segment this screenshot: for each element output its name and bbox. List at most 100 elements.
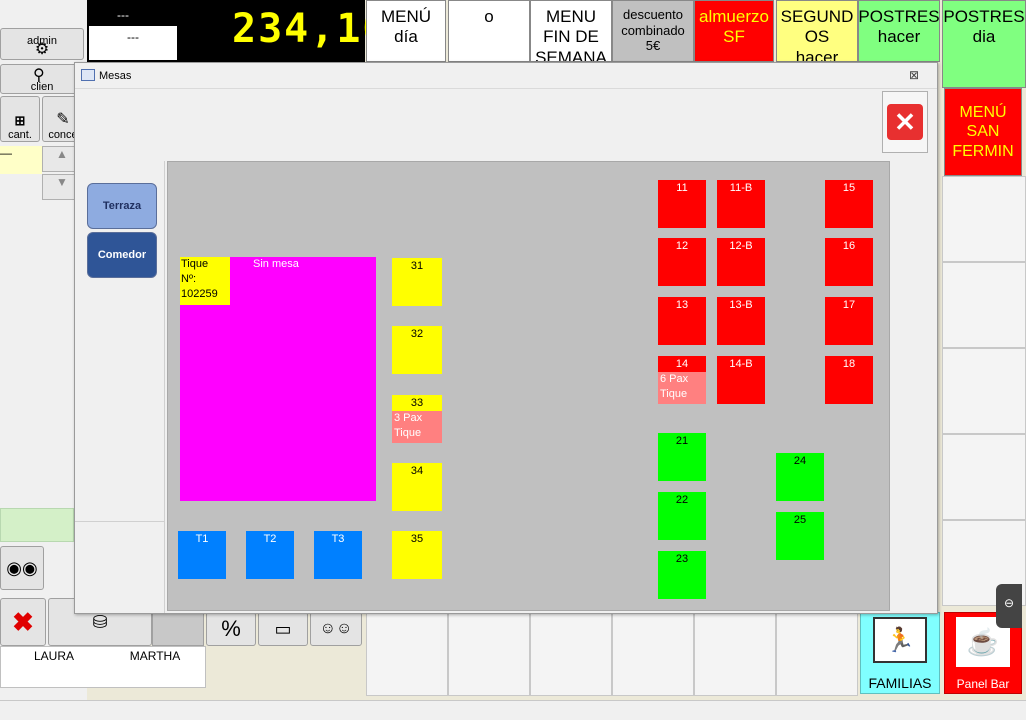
table-35[interactable]: 35 — [392, 531, 442, 579]
close-dialog-button[interactable]: ✕ — [882, 91, 928, 153]
binoculars-icon: ◉◉ — [6, 557, 38, 578]
category-button-3[interactable]: descuento combinado 5€ — [612, 0, 694, 62]
delete-x-icon: ✖ — [12, 606, 34, 637]
side-expand-tab[interactable]: ⊖ — [996, 584, 1022, 628]
table-33[interactable]: 33 3 Pax Tique — [392, 395, 442, 443]
table-number: 31 — [410, 260, 424, 272]
table-25[interactable]: 25 — [776, 512, 824, 560]
table-number: 17 — [842, 299, 856, 311]
category-button-1[interactable]: o — [448, 0, 530, 62]
tables-dialog: Mesas ⊠ ✕ Terraza Comedor Tique Nº: 1022… — [74, 62, 938, 614]
side-divider — [75, 521, 165, 522]
people-icon: ☺☺ — [319, 620, 353, 637]
waiter-martha[interactable]: MARTHA — [125, 649, 185, 663]
table-11[interactable]: 11 — [658, 180, 706, 228]
category-button-5[interactable]: SEGUND OS hacer — [776, 0, 858, 62]
table-13[interactable]: 13 — [658, 297, 706, 345]
product-slot[interactable] — [448, 612, 530, 696]
product-menu-san-fermin[interactable]: MENÚ SAN FERMIN — [944, 88, 1022, 176]
subtotal-bar — [0, 508, 74, 542]
table-number: 11-B — [729, 182, 753, 194]
table-12[interactable]: 12 — [658, 238, 706, 286]
room-comedor-button[interactable]: Comedor — [87, 232, 157, 278]
product-slot[interactable] — [694, 612, 776, 696]
search-binoculars-button[interactable]: ◉◉ — [0, 546, 44, 590]
no-table-area[interactable]: Tique Nº: 102259 Sin mesa — [180, 257, 376, 501]
product-slot[interactable] — [942, 176, 1026, 262]
table-t3[interactable]: T3 — [314, 531, 362, 579]
cash-drawer-button[interactable]: ▭ — [258, 612, 308, 646]
table-14[interactable]: 14 6 Pax Tique — [658, 356, 706, 404]
table-t2[interactable]: T2 — [246, 531, 294, 579]
table-number: 23 — [675, 553, 689, 565]
numbers-icon: ⊞ — [14, 113, 26, 128]
tickets-icon-button[interactable] — [152, 612, 204, 646]
table-17[interactable]: 17 — [825, 297, 873, 345]
percent-button[interactable]: % — [206, 612, 256, 646]
familias-button[interactable]: 🏃 FAMILIAS — [860, 612, 940, 694]
table-32[interactable]: 32 — [392, 326, 442, 374]
product-slot[interactable] — [942, 262, 1026, 348]
category-button-6[interactable]: POSTRES hacer — [858, 0, 940, 62]
table-number: 14-B — [729, 358, 753, 370]
display-line-2: --- — [89, 26, 177, 60]
admin-button[interactable]: ⚙ admin — [0, 28, 84, 60]
product-slot[interactable] — [366, 612, 448, 696]
display-line-1: --- — [117, 8, 129, 22]
close-icon: ✕ — [887, 104, 923, 140]
status-bar — [0, 700, 1026, 720]
pencil-icon: ✎ — [56, 111, 70, 128]
table-13-b[interactable]: 13-B — [717, 297, 765, 345]
dialog-title: Mesas — [99, 70, 132, 82]
category-button-2[interactable]: MENU FIN DE SEMANA — [530, 0, 612, 62]
no-table-ticket[interactable]: Tique Nº: 102259 — [180, 257, 230, 305]
waiter-list: LAURA MARTHA — [0, 646, 206, 688]
no-table-label: Sin mesa — [253, 258, 299, 270]
dialog-close-icon[interactable]: ⊠ — [909, 68, 919, 82]
quantity-button[interactable]: ⊞ cant. — [0, 96, 40, 142]
table-t1[interactable]: T1 — [178, 531, 226, 579]
category-button-7[interactable]: POSTRES dia — [942, 0, 1026, 88]
table-number: 12-B — [729, 240, 753, 252]
table-34[interactable]: 34 — [392, 463, 442, 511]
table-number: 32 — [410, 328, 424, 340]
coins-icon: ⛁ — [92, 611, 108, 632]
product-slot[interactable] — [776, 612, 858, 696]
table-number: 13 — [675, 299, 689, 311]
table-12-b[interactable]: 12-B — [717, 238, 765, 286]
person-icon: ⚲ — [33, 67, 45, 84]
order-line-selected[interactable]: — — [0, 146, 42, 174]
table-15[interactable]: 15 — [825, 180, 873, 228]
table-16[interactable]: 16 — [825, 238, 873, 286]
table-31[interactable]: 31 — [392, 258, 442, 306]
product-slot[interactable] — [942, 348, 1026, 434]
room-terraza-button[interactable]: Terraza — [87, 183, 157, 229]
table-number: T1 — [195, 533, 209, 545]
category-button-0[interactable]: MENÚ día — [366, 0, 446, 62]
table-number: 15 — [842, 182, 856, 194]
table-18[interactable]: 18 — [825, 356, 873, 404]
table-23[interactable]: 23 — [658, 551, 706, 599]
table-22[interactable]: 22 — [658, 492, 706, 540]
table-number: 11 — [676, 182, 688, 194]
room-selector: Terraza Comedor — [75, 161, 165, 613]
category-button-4[interactable]: almuerzo SF — [694, 0, 774, 62]
client-button[interactable]: ⚲ clien — [0, 64, 84, 94]
dialog-titlebar: Mesas ⊠ — [75, 63, 937, 89]
table-number: 12 — [675, 240, 689, 252]
product-slot[interactable] — [612, 612, 694, 696]
product-slot[interactable] — [530, 612, 612, 696]
waiter-laura[interactable]: LAURA — [29, 649, 79, 663]
table-occupancy: 6 Pax Tique — [658, 372, 706, 404]
product-slot[interactable] — [942, 434, 1026, 520]
table-number: 22 — [675, 494, 689, 506]
cancel-line-button[interactable]: ✖ — [0, 598, 46, 646]
table-number: T3 — [331, 533, 345, 545]
table-number: 13-B — [729, 299, 753, 311]
table-21[interactable]: 21 — [658, 433, 706, 481]
group-button[interactable]: ☺☺ — [310, 612, 362, 646]
table-11-b[interactable]: 11-B — [717, 180, 765, 228]
table-14-b[interactable]: 14-B — [717, 356, 765, 404]
table-number: 16 — [842, 240, 856, 252]
table-24[interactable]: 24 — [776, 453, 824, 501]
